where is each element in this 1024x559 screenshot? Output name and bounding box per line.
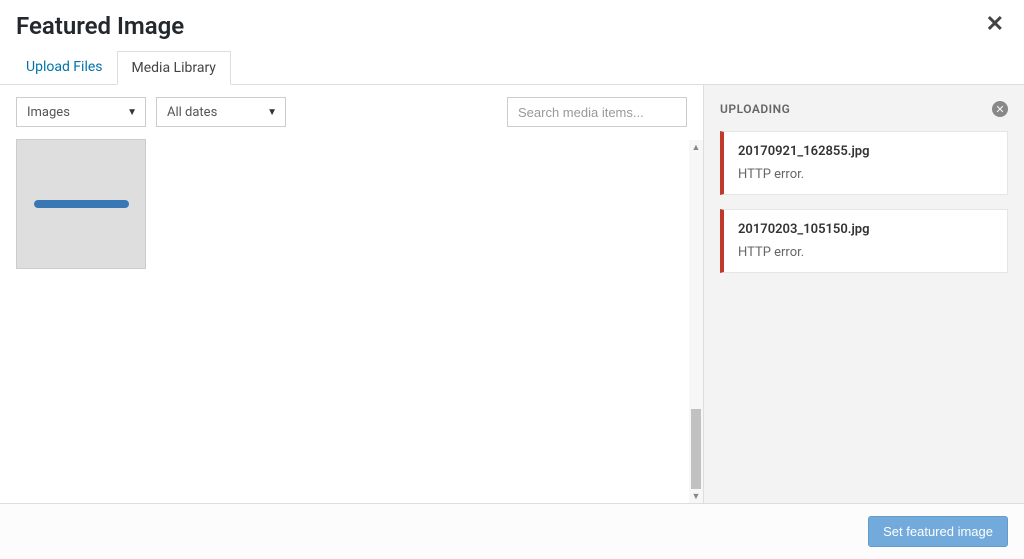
search-input[interactable] <box>507 97 687 127</box>
modal-title: Featured Image <box>16 12 1008 40</box>
close-icon[interactable]: ✕ <box>986 14 1004 36</box>
filter-date-select[interactable]: All dates ▼ <box>156 97 286 127</box>
media-thumbnail-uploading[interactable] <box>16 139 146 269</box>
scrollbar[interactable]: ▲ ▼ <box>689 140 703 503</box>
upload-filename: 20170203_105150.jpg <box>738 222 993 237</box>
scroll-down-icon[interactable]: ▼ <box>689 489 703 503</box>
tab-media-library[interactable]: Media Library <box>117 51 231 85</box>
set-featured-image-button[interactable]: Set featured image <box>868 516 1008 547</box>
upload-error-message: HTTP error. <box>738 245 993 260</box>
dismiss-errors-icon[interactable]: ✕ <box>992 101 1008 117</box>
filter-date-label: All dates <box>167 105 217 120</box>
filter-type-select[interactable]: Images ▼ <box>16 97 146 127</box>
tab-bar: Upload Files Media Library <box>0 40 1024 85</box>
filter-type-label: Images <box>27 105 70 120</box>
tab-upload-files[interactable]: Upload Files <box>12 51 117 85</box>
sidebar: UPLOADING ✕ 20170921_162855.jpg HTTP err… <box>704 85 1024 503</box>
scroll-up-icon[interactable]: ▲ <box>689 140 703 154</box>
media-grid <box>0 139 703 503</box>
chevron-down-icon: ▼ <box>127 107 137 118</box>
upload-error-item: 20170921_162855.jpg HTTP error. <box>720 131 1008 195</box>
sidebar-title: UPLOADING <box>720 102 790 116</box>
upload-error-message: HTTP error. <box>738 167 993 182</box>
scroll-thumb[interactable] <box>691 409 701 489</box>
upload-progress-bar <box>34 200 129 208</box>
upload-error-item: 20170203_105150.jpg HTTP error. <box>720 209 1008 273</box>
chevron-down-icon: ▼ <box>267 107 277 118</box>
upload-filename: 20170921_162855.jpg <box>738 144 993 159</box>
